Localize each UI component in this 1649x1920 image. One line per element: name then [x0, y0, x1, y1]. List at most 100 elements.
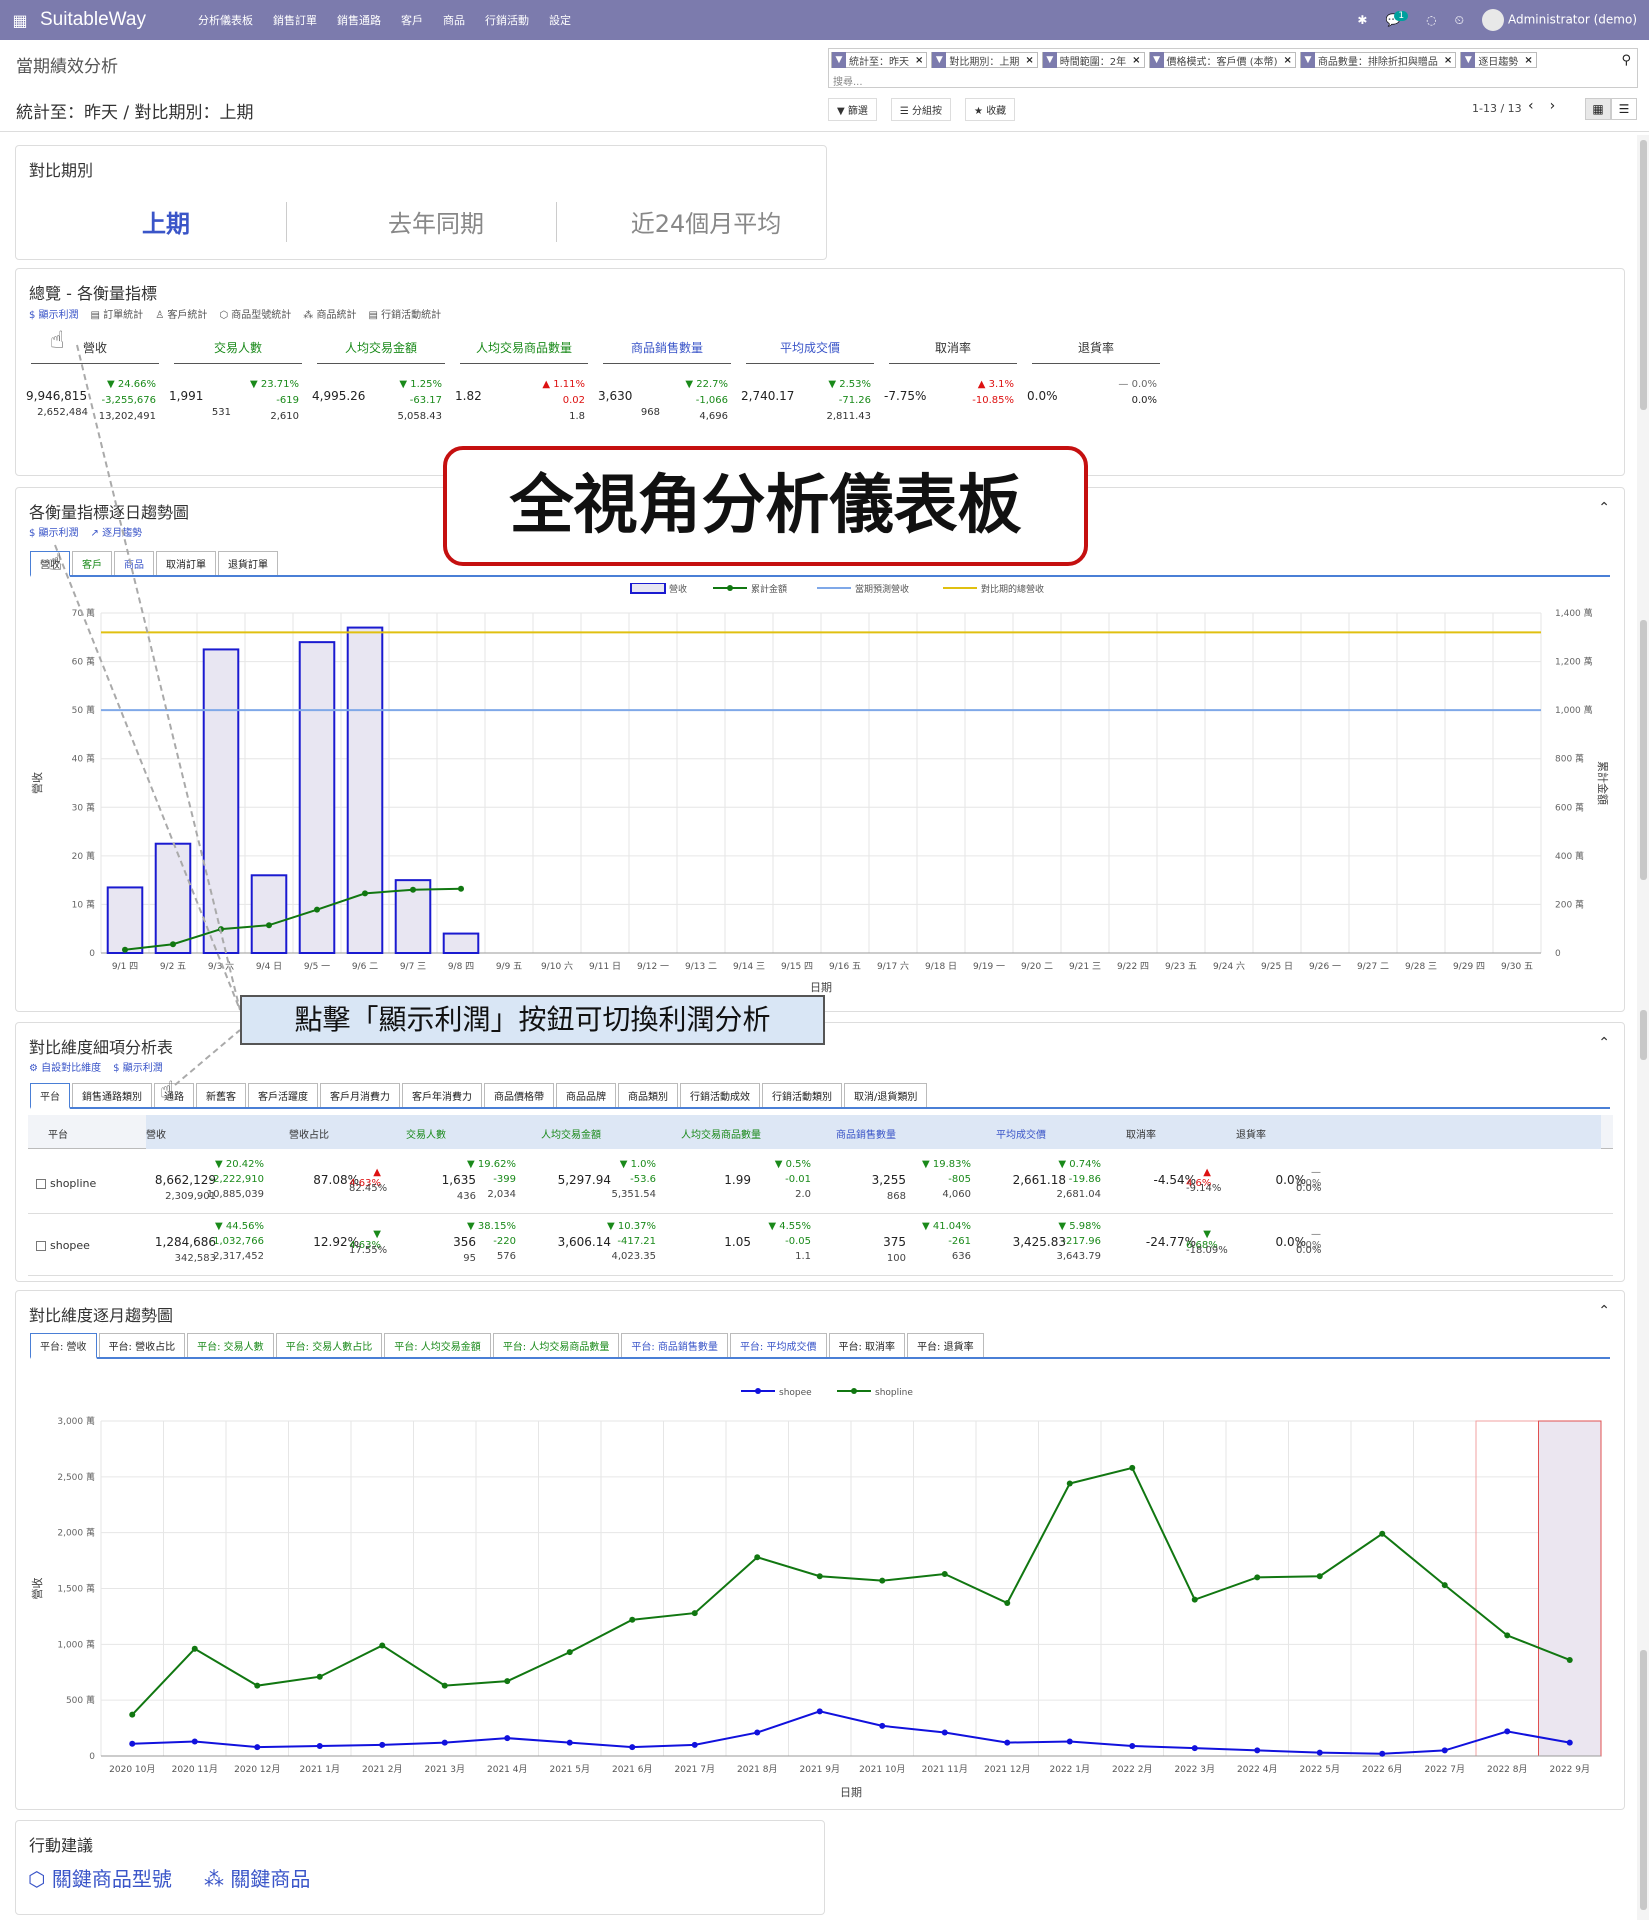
- series-point-shopee[interactable]: [504, 1735, 511, 1742]
- series-point-shopee[interactable]: [1379, 1750, 1386, 1757]
- series-point-shopline[interactable]: [1379, 1530, 1386, 1537]
- series-point-shopee[interactable]: [754, 1729, 761, 1736]
- series-point-shopee[interactable]: [1504, 1728, 1511, 1735]
- legend-label[interactable]: 對比期的總營收: [981, 583, 1044, 595]
- list-view-icon[interactable]: ☰: [1611, 98, 1637, 120]
- order-stats-link[interactable]: ▤ 訂單統計: [91, 306, 144, 321]
- monthly-trend-link[interactable]: ↗ 逐月趨勢: [91, 524, 143, 539]
- series-point-shopee[interactable]: [191, 1738, 198, 1745]
- cumulative-point[interactable]: [122, 946, 128, 953]
- scrollbar-thumb-2[interactable]: [1640, 620, 1647, 880]
- row-name[interactable]: shopee: [36, 1239, 90, 1252]
- series-point-shopline[interactable]: [816, 1573, 823, 1580]
- menu-item-customers[interactable]: 客戶: [391, 12, 433, 28]
- tab-monthly-metric[interactable]: 平台: 商品銷售數量: [621, 1333, 728, 1357]
- cumulative-point[interactable]: [218, 926, 224, 933]
- series-point-shopline[interactable]: [1254, 1574, 1261, 1581]
- close-icon[interactable]: ×: [912, 55, 926, 66]
- clock-icon[interactable]: ⏲: [1455, 13, 1464, 28]
- row-checkbox[interactable]: [36, 1241, 46, 1251]
- column-header[interactable]: 人均交易商品數量: [681, 1126, 816, 1141]
- tab-monthly-metric[interactable]: 平台: 人均交易金額: [384, 1333, 491, 1357]
- tab-dimension[interactable]: 商品價格帶: [484, 1083, 554, 1107]
- legend-label[interactable]: 營收: [669, 583, 687, 595]
- series-point-shopline[interactable]: [566, 1649, 573, 1656]
- customer-stats-link[interactable]: ♙ 客戶統計: [155, 306, 207, 321]
- search-box[interactable]: ▼ 統計至：昨天 × ▼ 對比期別：上期 × ▼ 時間範圍：2年 × ▼ 價格模式：客戶價 (本幣)…: [828, 48, 1638, 88]
- series-point-shopee[interactable]: [1191, 1745, 1198, 1752]
- series-point-shopee[interactable]: [1566, 1739, 1573, 1746]
- series-point-shopline[interactable]: [1066, 1480, 1073, 1487]
- menu-item-dashboard[interactable]: 分析儀表板: [188, 12, 263, 28]
- apps-grid-icon[interactable]: ▦: [0, 11, 40, 30]
- cumulative-point[interactable]: [362, 890, 368, 897]
- cumulative-point[interactable]: [314, 906, 320, 913]
- scrollbar-thumb-3[interactable]: [1640, 1010, 1647, 1060]
- chevron-left-icon[interactable]: ‹: [1528, 98, 1534, 114]
- cumulative-point[interactable]: [170, 941, 176, 948]
- search-facet[interactable]: ▼ 逐日趨勢 ×: [1460, 52, 1537, 68]
- product-stats-link[interactable]: ⁂ 商品統計: [303, 306, 356, 321]
- series-point-shopee[interactable]: [566, 1739, 573, 1746]
- key-model-link[interactable]: ⬡ 關鍵商品型號: [28, 1863, 172, 1892]
- series-point-shopline[interactable]: [1004, 1600, 1011, 1607]
- tab-dimension[interactable]: 取消/退貨類別: [844, 1083, 928, 1107]
- tab-monthly-metric[interactable]: 平台: 平均成交價: [729, 1333, 827, 1357]
- tab-monthly-metric[interactable]: 平台: 取消率: [828, 1333, 906, 1357]
- series-point-shopline[interactable]: [379, 1642, 386, 1649]
- tab-dimension[interactable]: 平台: [30, 1083, 70, 1109]
- chevron-right-icon[interactable]: ›: [1550, 98, 1556, 114]
- menu-item-products[interactable]: 商品: [433, 12, 475, 28]
- scrollbar-thumb[interactable]: [1640, 140, 1647, 410]
- menu-item-campaigns[interactable]: 行銷活動: [475, 12, 539, 28]
- column-header[interactable]: 營收: [146, 1126, 269, 1141]
- group-by-button[interactable]: ☰ 分組按: [890, 98, 952, 121]
- series-point-shopline[interactable]: [504, 1678, 511, 1685]
- close-icon[interactable]: ×: [1521, 55, 1535, 66]
- series-point-shopline[interactable]: [191, 1645, 198, 1652]
- tab-monthly-metric[interactable]: 平台: 人均交易商品數量: [492, 1333, 620, 1357]
- series-point-shopee[interactable]: [879, 1722, 886, 1729]
- column-header[interactable]: 人均交易金額: [541, 1126, 661, 1141]
- detail-show-profit-link[interactable]: $ 顯示利潤: [113, 1059, 163, 1074]
- brand-name[interactable]: SuitableWay: [40, 9, 146, 31]
- period-option-24m-avg[interactable]: 近24個月平均: [571, 204, 841, 239]
- revenue-bar[interactable]: [346, 626, 384, 954]
- custom-dimension-link[interactable]: ⚙ 自設對比維度: [29, 1059, 101, 1074]
- daily-show-profit-link[interactable]: $ 顯示利潤: [29, 524, 79, 539]
- series-point-shopee[interactable]: [816, 1708, 823, 1715]
- revenue-bar[interactable]: [202, 648, 240, 955]
- tab-dimension[interactable]: 商品類別: [618, 1083, 678, 1107]
- row-checkbox[interactable]: [36, 1179, 46, 1189]
- campaign-stats-link[interactable]: ▤ 行銷活動統計: [368, 306, 441, 321]
- tab-revenue[interactable]: 營收: [30, 551, 70, 577]
- series-point-shopline[interactable]: [316, 1673, 323, 1680]
- legend-label[interactable]: 累計金額: [751, 583, 787, 595]
- series-point-shopline[interactable]: [254, 1682, 261, 1689]
- series-point-shopline[interactable]: [879, 1577, 886, 1584]
- series-point-shopee[interactable]: [379, 1741, 386, 1748]
- menu-item-sales-orders[interactable]: 銷售訂單: [263, 12, 327, 28]
- series-point-shopee[interactable]: [941, 1729, 948, 1736]
- series-point-shopee[interactable]: [1066, 1738, 1073, 1745]
- column-header[interactable]: 平均成交價: [996, 1126, 1106, 1141]
- series-point-shopee[interactable]: [629, 1744, 636, 1751]
- legend-label[interactable]: shopline: [875, 1388, 913, 1398]
- search-icon[interactable]: ⚲: [1621, 53, 1631, 68]
- chevron-up-icon[interactable]: ⌃: [1598, 1303, 1610, 1319]
- tab-dimension[interactable]: 通路: [154, 1083, 194, 1107]
- column-header[interactable]: 退貨率: [1236, 1126, 1326, 1141]
- tab-dimension[interactable]: 客戶年消費力: [402, 1083, 482, 1107]
- close-icon[interactable]: ×: [1441, 55, 1455, 66]
- chat-icon[interactable]: 💬1: [1385, 11, 1409, 27]
- column-header[interactable]: 營收占比: [289, 1126, 386, 1141]
- model-stats-link[interactable]: ⬡ 商品型號統計: [219, 306, 291, 321]
- series-point-shopee[interactable]: [441, 1739, 448, 1746]
- filter-button[interactable]: ▼ 篩選: [828, 98, 877, 121]
- series-point-shopline[interactable]: [1441, 1582, 1448, 1589]
- tab-monthly-metric[interactable]: 平台: 退貨率: [907, 1333, 984, 1357]
- revenue-bar[interactable]: [250, 874, 288, 954]
- search-facet[interactable]: ▼ 價格模式：客戶價 (本幣) ×: [1148, 52, 1296, 68]
- tab-dimension[interactable]: 銷售通路類別: [72, 1083, 152, 1107]
- dashboard-view-icon[interactable]: ▦: [1585, 98, 1611, 120]
